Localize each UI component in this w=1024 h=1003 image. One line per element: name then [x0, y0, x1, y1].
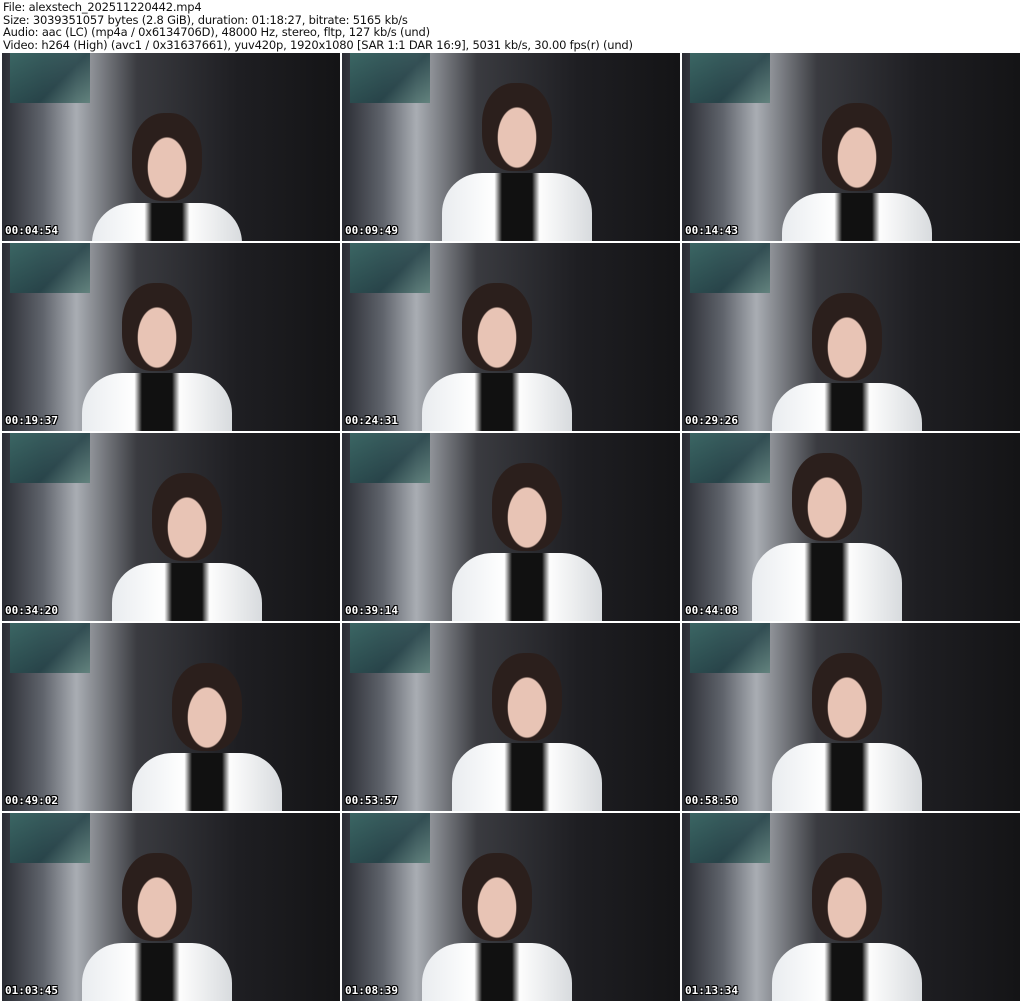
timestamp: 01:08:39 [345, 984, 398, 997]
timestamp: 01:03:45 [5, 984, 58, 997]
video-thumbnail: 00:24:31 [342, 243, 680, 431]
person-head [492, 463, 562, 551]
wall-painting [350, 433, 430, 483]
video-thumbnail: 01:08:39 [342, 813, 680, 1001]
person-figure [422, 943, 572, 1001]
wall-painting [10, 243, 90, 293]
wall-painting [690, 243, 770, 293]
timestamp: 00:39:14 [345, 604, 398, 617]
person-head [122, 283, 192, 371]
video-thumbnail: 00:53:57 [342, 623, 680, 811]
person-figure [442, 173, 592, 241]
timestamp: 00:29:26 [685, 414, 738, 427]
wall-painting [10, 53, 90, 103]
wall-painting [10, 813, 90, 863]
wall-painting [350, 243, 430, 293]
person-figure [452, 553, 602, 621]
person-head [812, 293, 882, 381]
person-head [462, 853, 532, 941]
person-head [822, 103, 892, 191]
person-figure [92, 203, 242, 241]
person-head [812, 853, 882, 941]
wall-painting [690, 623, 770, 673]
timestamp: 01:13:34 [685, 984, 738, 997]
person-head [792, 453, 862, 541]
person-figure [752, 543, 902, 621]
person-figure [772, 943, 922, 1001]
person-head [152, 473, 222, 561]
wall-painting [10, 433, 90, 483]
wall-painting [690, 53, 770, 103]
video-thumbnail: 00:44:08 [682, 433, 1020, 621]
video-thumbnail: 00:39:14 [342, 433, 680, 621]
person-figure [82, 373, 232, 431]
video-thumbnail: 00:14:43 [682, 53, 1020, 241]
file-name: File: alexstech_202511220442.mp4 [3, 0, 202, 14]
thumbnail-grid: 00:04:54 00:09:49 00:14:43 00:19:37 00:2… [0, 53, 1024, 1001]
timestamp: 00:09:49 [345, 224, 398, 237]
video-thumbnail: 01:03:45 [2, 813, 340, 1001]
video-thumbnail: 01:13:34 [682, 813, 1020, 1001]
video-thumbnail: 00:19:37 [2, 243, 340, 431]
person-figure [132, 753, 282, 811]
person-figure [422, 373, 572, 431]
wall-painting [350, 623, 430, 673]
timestamp: 00:49:02 [5, 794, 58, 807]
person-head [812, 653, 882, 741]
timestamp: 00:53:57 [345, 794, 398, 807]
video-thumbnail: 00:58:50 [682, 623, 1020, 811]
timestamp: 00:14:43 [685, 224, 738, 237]
timestamp: 00:58:50 [685, 794, 738, 807]
person-figure [772, 383, 922, 431]
person-figure [782, 193, 932, 241]
file-info-header: File: alexstech_202511220442.mp4 Size: 3… [3, 1, 633, 51]
person-head [462, 283, 532, 371]
video-thumbnail: 00:09:49 [342, 53, 680, 241]
wall-painting [690, 813, 770, 863]
person-head [122, 853, 192, 941]
person-head [482, 83, 552, 171]
person-head [132, 113, 202, 201]
wall-painting [690, 433, 770, 483]
timestamp: 00:34:20 [5, 604, 58, 617]
person-head [492, 653, 562, 741]
video-thumbnail: 00:04:54 [2, 53, 340, 241]
person-figure [452, 743, 602, 811]
video-thumbnail: 00:49:02 [2, 623, 340, 811]
person-figure [112, 563, 262, 621]
timestamp: 00:24:31 [345, 414, 398, 427]
audio-info: Audio: aac (LC) (mp4a / 0x6134706D), 480… [3, 25, 430, 40]
person-figure [82, 943, 232, 1001]
person-head [172, 663, 242, 751]
video-thumbnail: 00:29:26 [682, 243, 1020, 431]
timestamp: 00:04:54 [5, 224, 58, 237]
wall-painting [350, 53, 430, 103]
wall-painting [350, 813, 430, 863]
timestamp: 00:19:37 [5, 414, 58, 427]
video-thumbnail: 00:34:20 [2, 433, 340, 621]
person-figure [772, 743, 922, 811]
video-info: Video: h264 (High) (avc1 / 0x31637661), … [3, 37, 633, 52]
wall-painting [10, 623, 90, 673]
timestamp: 00:44:08 [685, 604, 738, 617]
